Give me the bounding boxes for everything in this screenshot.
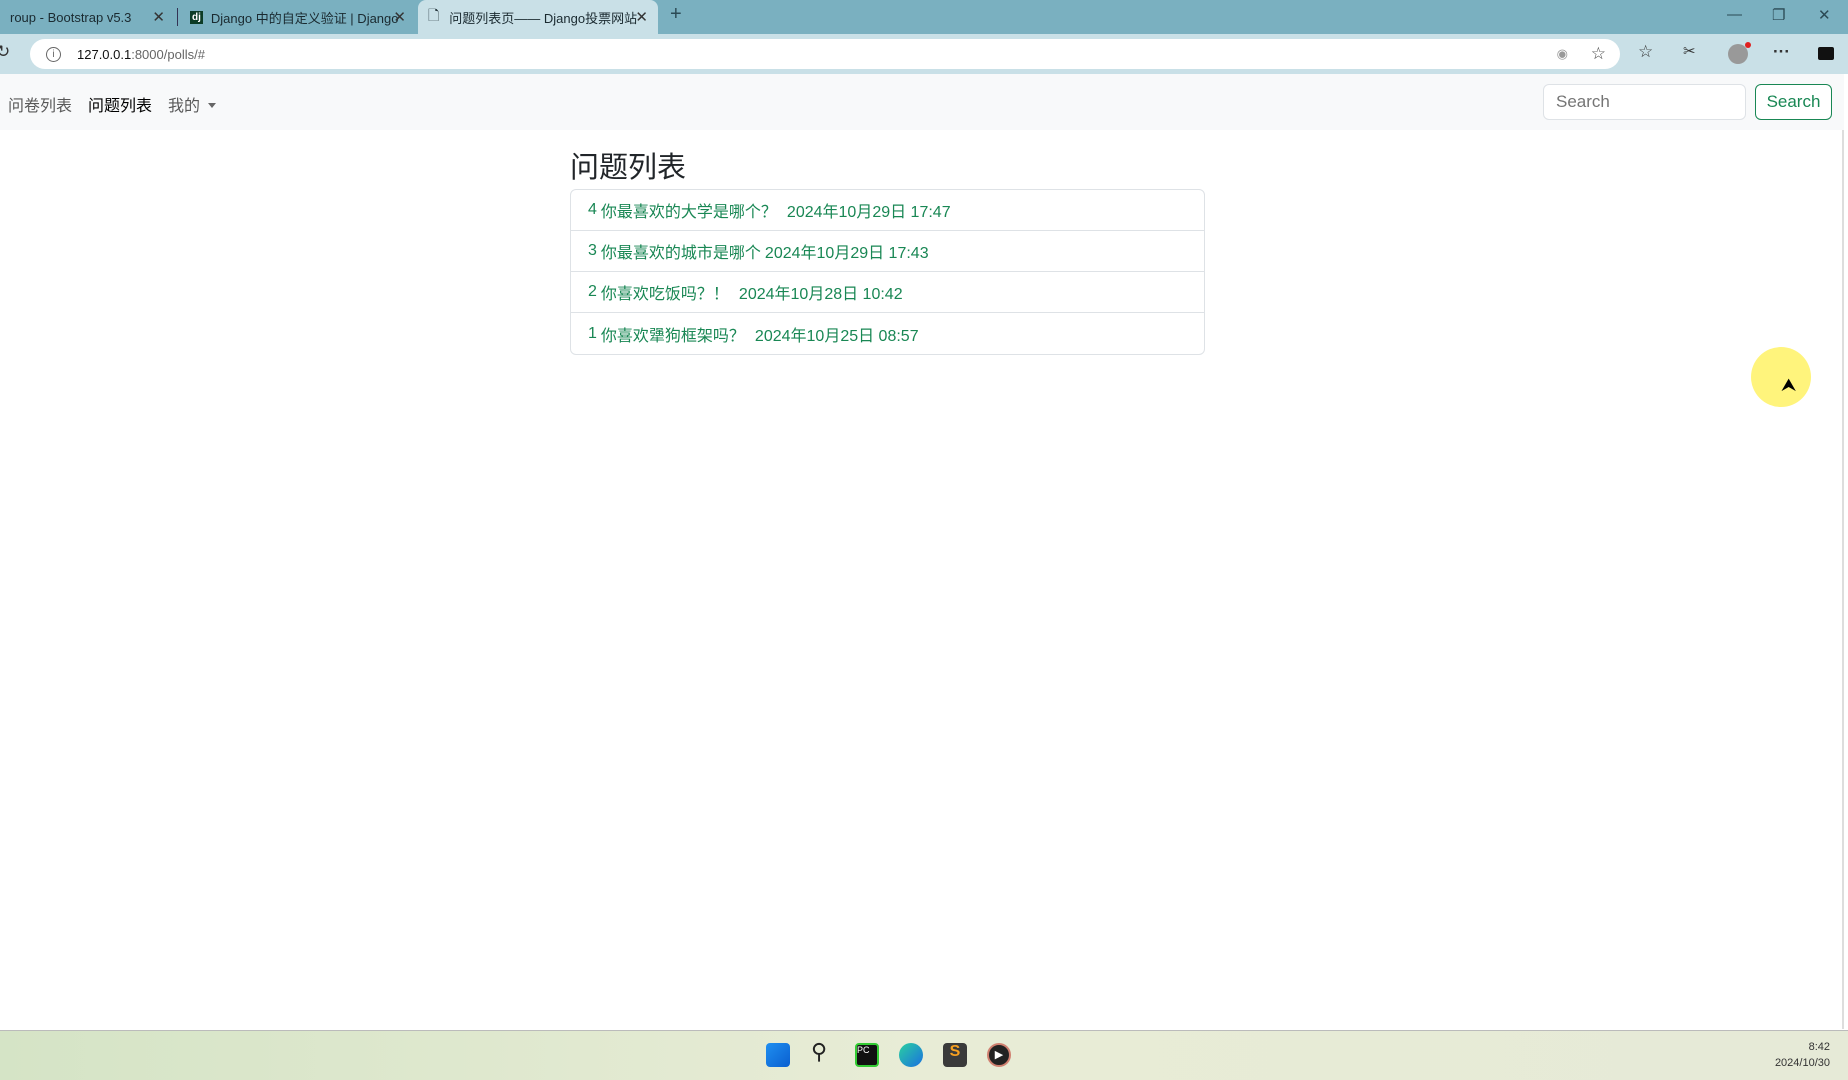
- restore-icon[interactable]: ❐: [1772, 6, 1785, 24]
- close-window-icon[interactable]: ✕: [1818, 6, 1831, 24]
- search-input[interactable]: [1543, 84, 1746, 120]
- media-player-icon[interactable]: ▶: [987, 1043, 1011, 1067]
- new-tab-icon[interactable]: +: [670, 3, 682, 26]
- minimize-icon[interactable]: —: [1727, 6, 1742, 23]
- clock-time: 8:42: [1808, 1041, 1830, 1053]
- web-page: 问卷列表 问题列表 我的 Search 问题列表 4你最喜欢的大学是哪个？ 202…: [0, 74, 1844, 1029]
- question-item[interactable]: 3 你最喜欢的城市是哪个 2024年10月29日 17:43: [571, 231, 1204, 272]
- question-text: 你喜欢吃饭吗？！: [600, 286, 729, 303]
- question-list: 4 你最喜欢的大学是哪个？ 2024年10月29日 17:47 3 你最喜欢的城市是哪…: [570, 189, 1205, 355]
- pycharm-icon[interactable]: PC: [855, 1043, 879, 1067]
- question-text: 你喜欢犟狗框架吗？: [600, 327, 745, 345]
- question-date: 2024年10月28日 10:42: [738, 286, 903, 303]
- more-icon[interactable]: ···: [1773, 42, 1790, 62]
- question-text: 你最喜欢的城市是哪个: [600, 245, 761, 262]
- system-clock[interactable]: 8:42 2024/10/30: [1775, 1039, 1830, 1071]
- question-item[interactable]: 1 你喜欢犟狗框架吗？ 2024年10月25日 08:57: [571, 313, 1204, 354]
- mouse-pointer-icon: ⮝: [1781, 375, 1797, 395]
- question-id: 4: [588, 201, 597, 218]
- edge-icon[interactable]: [899, 1043, 923, 1067]
- clock-date: 2024/10/30: [1774, 1057, 1830, 1069]
- windows-start-icon[interactable]: [766, 1043, 790, 1067]
- taskbar: ⚲ PC S ▶ 8:42 2024/10/30: [0, 1030, 1848, 1080]
- tab-django-validation[interactable]: dj Django 中的自定义验证 | Django ✕: [180, 0, 416, 34]
- page-icon: 🗋: [428, 7, 440, 23]
- favorite-star-icon[interactable]: ☆: [1591, 44, 1606, 64]
- sublime-icon[interactable]: S: [943, 1043, 967, 1067]
- close-tab-icon[interactable]: ✕: [152, 8, 165, 26]
- refresh-icon[interactable]: ↻: [0, 42, 10, 62]
- address-bar-row: ↻ i 127.0.0.1:8000/polls/# ◉ ☆ ☆ ✂ ···: [0, 34, 1848, 74]
- question-id: 1: [588, 324, 597, 342]
- tab-title: roup - Bootstrap v5.3: [10, 9, 132, 25]
- nav-mine-label: 我的: [168, 98, 201, 115]
- nav-question-list[interactable]: 问题列表: [88, 92, 152, 116]
- search-button[interactable]: Search: [1755, 84, 1832, 120]
- tab-divider: [177, 8, 178, 26]
- nav-survey-list[interactable]: 问卷列表: [8, 92, 72, 116]
- url-host: 127.0.0.1: [77, 46, 132, 62]
- caret-down-icon: [208, 103, 217, 108]
- tab-title: 问题列表页—— Django投票网站: [449, 10, 638, 26]
- nav-mine-dropdown[interactable]: 我的: [168, 92, 217, 116]
- sidebar-icon[interactable]: [1818, 47, 1834, 60]
- url-path: :8000/polls/#: [131, 46, 205, 62]
- close-tab-icon[interactable]: ✕: [393, 8, 406, 26]
- tab-title: Django 中的自定义验证 | Django: [210, 10, 399, 26]
- django-favicon-icon: dj: [190, 10, 203, 24]
- screenshot-icon[interactable]: ✂: [1683, 42, 1696, 60]
- close-tab-icon[interactable]: ✕: [635, 8, 648, 26]
- browser-tab-bar: roup - Bootstrap v5.3 ✕ dj Django 中的自定义验证 …: [0, 0, 1848, 34]
- info-icon[interactable]: i: [46, 46, 61, 62]
- search-taskbar-icon[interactable]: ⚲: [811, 1039, 835, 1064]
- question-id: 2: [588, 283, 597, 300]
- question-item[interactable]: 4 你最喜欢的大学是哪个？ 2024年10月29日 17:47: [571, 190, 1204, 231]
- profile-avatar-icon[interactable]: [1728, 42, 1751, 64]
- edge-read-icon[interactable]: ◉: [1557, 46, 1568, 62]
- tab-question-list[interactable]: 🗋 问题列表页—— Django投票网站 ✕: [418, 0, 658, 34]
- question-date: 2024年10月25日 08:57: [754, 327, 919, 345]
- question-text: 你最喜欢的大学是哪个？: [600, 204, 777, 221]
- question-id: 3: [588, 242, 597, 259]
- address-bar[interactable]: i 127.0.0.1:8000/polls/# ◉ ☆: [30, 39, 1620, 69]
- question-date: 2024年10月29日 17:47: [786, 204, 951, 221]
- navbar: 问卷列表 问题列表 我的 Search: [0, 74, 1844, 130]
- question-item[interactable]: 2 你喜欢吃饭吗？！ 2024年10月28日 10:42: [571, 272, 1204, 313]
- page-title: 问题列表: [570, 152, 687, 184]
- tab-bootstrap[interactable]: roup - Bootstrap v5.3 ✕: [0, 0, 175, 34]
- favorites-icon[interactable]: ☆: [1638, 42, 1653, 62]
- question-date: 2024年10月29日 17:43: [764, 245, 929, 262]
